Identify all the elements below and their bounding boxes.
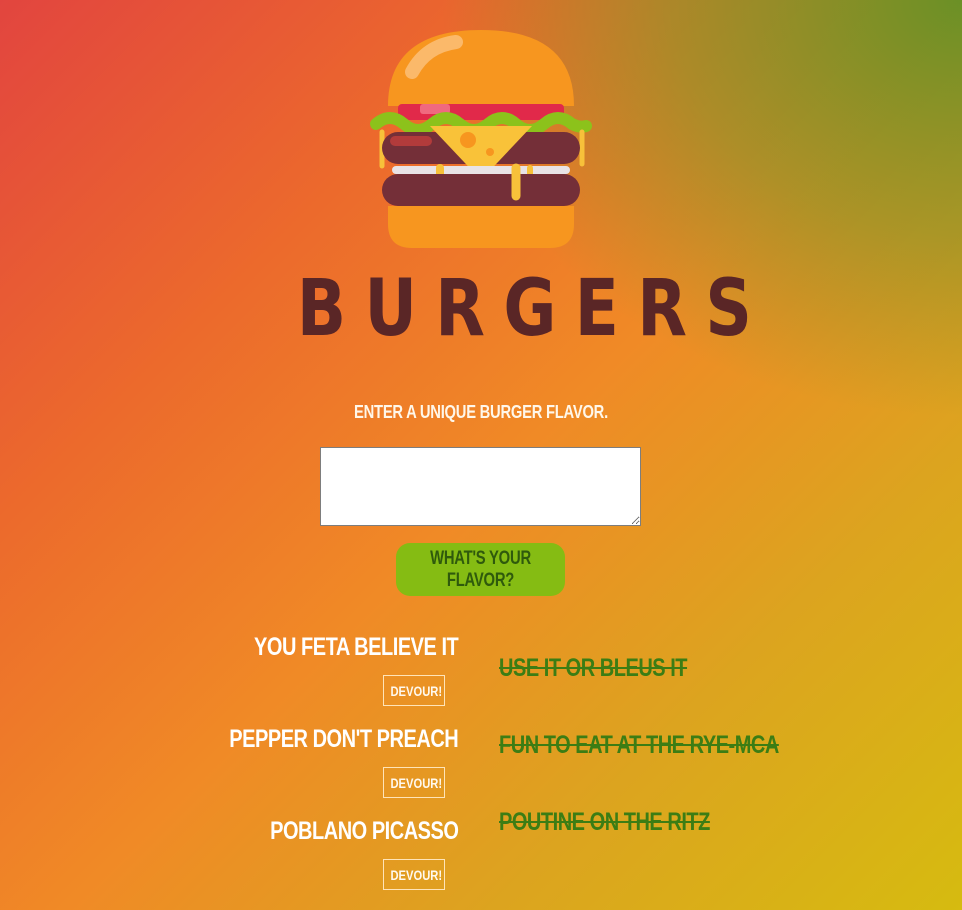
- burger-name: Poblano Picasso: [269, 817, 459, 845]
- devoured-burger-item: Poutine on the Ritz: [499, 808, 710, 836]
- devoured-burger-item: Fun to Eat at the Rye-MCA: [499, 731, 779, 759]
- devour-button-label: Devour!: [390, 866, 443, 883]
- devoured-burger-item: Use It or Bleus It: [499, 654, 688, 682]
- submit-flavor-label: What's your flavor?: [430, 547, 531, 591]
- devour-button[interactable]: Devour!: [383, 767, 445, 798]
- flavor-prompt-label: Enter a unique burger flavor.: [354, 402, 608, 422]
- burger-icon: [370, 30, 592, 248]
- burger-name: Pepper Don't Preach: [228, 725, 458, 753]
- burger-name: You Feta Believe It: [253, 633, 459, 661]
- uneaten-burger-item: Poblano Picasso: [223, 817, 459, 846]
- page-title: BURGERS: [296, 264, 771, 354]
- devour-button-label: Devour!: [390, 774, 443, 791]
- uneaten-burger-item: Pepper Don't Preach: [172, 725, 458, 754]
- submit-flavor-button[interactable]: What's your flavor?: [396, 543, 565, 596]
- flavor-input[interactable]: [320, 447, 641, 526]
- uneaten-burger-item: You Feta Believe It: [203, 633, 459, 662]
- devour-button[interactable]: Devour!: [383, 859, 445, 890]
- devour-button[interactable]: Devour!: [383, 675, 445, 706]
- devour-button-label: Devour!: [390, 682, 443, 699]
